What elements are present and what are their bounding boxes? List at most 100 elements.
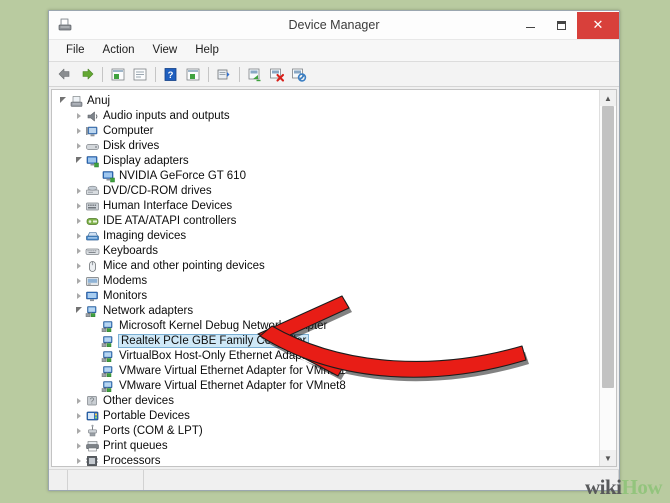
disable-device-button[interactable]: [266, 64, 287, 84]
chevron-down-icon: ▼: [604, 454, 612, 463]
status-pane-2: [68, 470, 144, 490]
tree-item[interactable]: DVD/CD-ROM drives: [52, 183, 599, 198]
title-bar[interactable]: Device Manager ✕: [49, 11, 619, 40]
computer-icon: [56, 16, 74, 34]
expander-collapsed-icon[interactable]: [72, 183, 85, 198]
other-device-icon: ?: [85, 394, 100, 408]
network-adapter-icon: [101, 364, 116, 378]
tree-item-label: DVD/CD-ROM drives: [103, 185, 215, 197]
update-driver-button[interactable]: [213, 64, 234, 84]
dvd-drive-icon: [85, 184, 100, 198]
expander-expanded-icon[interactable]: [72, 303, 85, 318]
portable-device-icon: [85, 409, 100, 423]
tree-item[interactable]: Keyboards: [52, 243, 599, 258]
scrollbar-track[interactable]: [600, 106, 616, 450]
tree-item[interactable]: Imaging devices: [52, 228, 599, 243]
tree-item[interactable]: Monitors: [52, 288, 599, 303]
status-pane-1: [49, 470, 68, 490]
tree-item[interactable]: Network adapters: [52, 303, 599, 318]
tree-item[interactable]: Audio inputs and outputs: [52, 108, 599, 123]
menu-file[interactable]: File: [57, 40, 94, 61]
tree-item-label: Audio inputs and outputs: [103, 110, 233, 122]
maximize-button[interactable]: [546, 12, 577, 39]
menu-help[interactable]: Help: [186, 40, 228, 61]
expander-collapsed-icon[interactable]: [72, 438, 85, 453]
scroll-down-button[interactable]: ▼: [600, 450, 616, 466]
disk-drive-icon: [85, 139, 100, 153]
show-hide-console-tree-button[interactable]: [107, 64, 128, 84]
tree-item[interactable]: IDE ATA/ATAPI controllers: [52, 213, 599, 228]
tree-item-label: Display adapters: [103, 155, 192, 167]
tree-item[interactable]: Computer: [52, 123, 599, 138]
tree-item[interactable]: Processors: [52, 453, 599, 466]
network-adapter-icon: [101, 319, 116, 333]
tree-item[interactable]: NVIDIA GeForce GT 610: [52, 168, 599, 183]
tree-item-label: Monitors: [103, 290, 150, 302]
tree-item[interactable]: Mice and other pointing devices: [52, 258, 599, 273]
vertical-scrollbar[interactable]: ▲ ▼: [599, 90, 616, 466]
tree-item[interactable]: Portable Devices: [52, 408, 599, 423]
tree-item[interactable]: ?Other devices: [52, 393, 599, 408]
tree-item[interactable]: Display adapters: [52, 153, 599, 168]
network-adapter-icon: [101, 334, 116, 348]
console-client-area: Anuj Audio inputs and outputsComputerDisk…: [51, 89, 617, 467]
forward-button[interactable]: [76, 64, 97, 84]
expander-collapsed-icon[interactable]: [72, 213, 85, 228]
device-tree[interactable]: Anuj Audio inputs and outputsComputerDisk…: [52, 90, 599, 466]
tree-item[interactable]: Human Interface Devices: [52, 198, 599, 213]
tree-item[interactable]: VirtualBox Host-Only Ethernet Adapter: [52, 348, 599, 363]
tree-item[interactable]: Anuj: [52, 93, 599, 108]
expander-expanded-icon[interactable]: [72, 153, 85, 168]
uninstall-device-button[interactable]: [288, 64, 309, 84]
maximize-icon: [557, 21, 566, 30]
scrollbar-thumb[interactable]: [602, 106, 614, 388]
ide-controller-icon: [85, 214, 100, 228]
tree-item[interactable]: VMware Virtual Ethernet Adapter for VMne…: [52, 378, 599, 393]
port-icon: [85, 424, 100, 438]
scroll-up-button[interactable]: ▲: [600, 90, 616, 106]
minimize-icon: [526, 27, 535, 28]
properties-button[interactable]: [129, 64, 150, 84]
expander-collapsed-icon[interactable]: [72, 108, 85, 123]
tree-item[interactable]: Realtek PCIe GBE Family Controller: [52, 333, 599, 348]
expander-collapsed-icon[interactable]: [72, 123, 85, 138]
expander-collapsed-icon[interactable]: [72, 453, 85, 466]
back-button[interactable]: [54, 64, 75, 84]
expander-collapsed-icon[interactable]: [72, 198, 85, 213]
expander-collapsed-icon[interactable]: [72, 288, 85, 303]
expander-collapsed-icon[interactable]: [72, 258, 85, 273]
tree-item-label: Realtek PCIe GBE Family Controller: [119, 335, 308, 347]
close-button[interactable]: ✕: [577, 12, 619, 39]
tree-item-label: Anuj: [87, 95, 113, 107]
menu-action[interactable]: Action: [94, 40, 144, 61]
tree-item[interactable]: Disk drives: [52, 138, 599, 153]
close-icon: ✕: [593, 17, 604, 33]
svg-text:?: ?: [168, 70, 174, 81]
menu-view[interactable]: View: [144, 40, 187, 61]
expander-collapsed-icon[interactable]: [72, 243, 85, 258]
display-adapter-icon: [85, 154, 100, 168]
expander-expanded-icon[interactable]: [56, 93, 69, 108]
tree-item-label: Imaging devices: [103, 230, 189, 242]
expander-collapsed-icon[interactable]: [72, 228, 85, 243]
chevron-up-icon: ▲: [604, 94, 612, 103]
expander-collapsed-icon[interactable]: [72, 393, 85, 408]
enable-device-button[interactable]: [244, 64, 265, 84]
monitor-icon: [85, 289, 100, 303]
expander-collapsed-icon[interactable]: [72, 423, 85, 438]
minimize-button[interactable]: [515, 12, 546, 39]
expander-collapsed-icon[interactable]: [72, 138, 85, 153]
expander-collapsed-icon[interactable]: [72, 408, 85, 423]
expander-none: [88, 363, 101, 378]
tree-item-label: Processors: [103, 455, 164, 467]
scan-hardware-button[interactable]: [182, 64, 203, 84]
toolbar-separator: [239, 67, 240, 82]
help-button[interactable]: ?: [160, 64, 181, 84]
tree-item[interactable]: Microsoft Kernel Debug Network Adapter: [52, 318, 599, 333]
tree-item[interactable]: Print queues: [52, 438, 599, 453]
expander-collapsed-icon[interactable]: [72, 273, 85, 288]
keyboard-icon: [85, 244, 100, 258]
tree-item[interactable]: Ports (COM & LPT): [52, 423, 599, 438]
tree-item[interactable]: VMware Virtual Ethernet Adapter for VMne…: [52, 363, 599, 378]
tree-item[interactable]: Modems: [52, 273, 599, 288]
